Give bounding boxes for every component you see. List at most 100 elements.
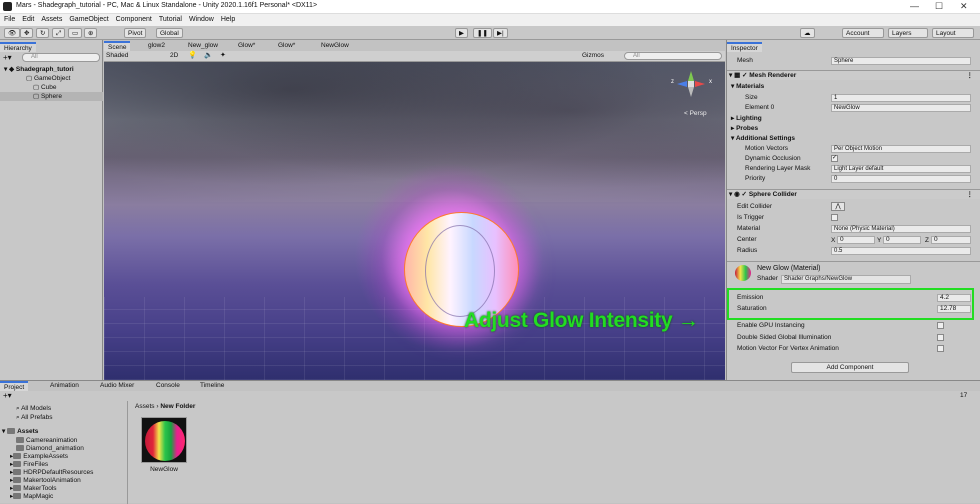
folder-item[interactable]: ▸ FireFiles xyxy=(10,461,48,469)
menu-tutorial[interactable]: Tutorial xyxy=(155,14,185,23)
saturation-field[interactable]: 12.78 xyxy=(937,305,971,313)
settings-icon[interactable]: ⋮ xyxy=(967,190,974,200)
mesh-renderer-header[interactable]: ▾ ▦ ✓ Mesh Renderer ⋮ xyxy=(727,70,980,80)
close-icon[interactable]: ✕ xyxy=(960,1,968,12)
add-icon[interactable]: +▾ xyxy=(3,53,12,62)
settings-icon[interactable]: ⋮ xyxy=(967,71,974,81)
tab-project[interactable]: Project xyxy=(0,381,29,391)
create-icon[interactable]: +▾ xyxy=(3,391,12,400)
physic-material-field[interactable]: None (Physic Material) xyxy=(831,225,971,233)
element0-field[interactable]: NewGlow xyxy=(831,104,971,112)
add-component-button[interactable]: Add Component xyxy=(791,362,909,373)
folder-item[interactable]: ▸ HDRPDefaultResources xyxy=(10,469,93,477)
sphere-collider-header[interactable]: ▾ ◉ ✓ Sphere Collider ⋮ xyxy=(727,189,980,199)
hierarchy-search-input[interactable]: All xyxy=(22,53,100,62)
light-icon[interactable]: 💡 xyxy=(188,51,197,59)
size-field[interactable]: 1 xyxy=(831,94,971,102)
shading-mode-dropdown[interactable]: Shaded xyxy=(106,52,164,60)
pivot-button[interactable]: Pivot xyxy=(124,28,147,38)
view-tool-icon[interactable]: 👁 xyxy=(4,28,21,38)
tab-new-glow[interactable]: New_glow xyxy=(184,41,222,51)
motion-vectors-dropdown[interactable]: Per Object Motion xyxy=(831,145,971,153)
rotate-tool-icon[interactable]: ↻ xyxy=(36,28,50,38)
perspective-label[interactable]: < Persp xyxy=(684,110,707,117)
motion-vertex-checkbox[interactable] xyxy=(937,345,944,352)
audio-icon[interactable]: 🔈 xyxy=(204,51,213,59)
shader-dropdown[interactable]: Shader Graphs/NewGlow xyxy=(781,275,911,284)
priority-field[interactable]: 0 xyxy=(831,175,971,183)
gizmos-dropdown[interactable]: Gizmos xyxy=(582,52,604,59)
lighting-foldout[interactable]: ▸ Lighting xyxy=(727,114,980,124)
folder-item[interactable]: Diamond_animation xyxy=(16,445,84,453)
tab-glow-1[interactable]: Glow* xyxy=(234,41,259,51)
breadcrumb-new-folder[interactable]: New Folder xyxy=(160,403,195,410)
dynamic-occlusion-checkbox[interactable]: ✓ xyxy=(831,155,838,162)
menu-assets[interactable]: Assets xyxy=(37,14,65,23)
pause-icon[interactable]: ❚❚ xyxy=(473,28,492,38)
menu-edit[interactable]: Edit xyxy=(18,14,37,23)
radius-field[interactable]: 0.5 xyxy=(831,247,971,255)
effects-icon[interactable]: ✦ xyxy=(220,51,226,59)
tab-console[interactable]: Console xyxy=(152,381,184,391)
gpu-instancing-checkbox[interactable] xyxy=(937,322,944,329)
scene-search-input[interactable]: All xyxy=(624,52,722,60)
minimize-icon[interactable]: — xyxy=(910,1,919,11)
hierarchy-item-sphere[interactable]: ▢ Sphere xyxy=(0,92,103,101)
center-y-field[interactable]: 0 xyxy=(883,236,921,244)
folder-item[interactable]: Camereanimation xyxy=(16,437,77,445)
double-sided-checkbox[interactable] xyxy=(937,334,944,341)
favorite-all-prefabs[interactable]: ⌕ All Prefabs xyxy=(16,414,53,422)
favorite-all-models[interactable]: ⌕ All Models xyxy=(16,405,51,413)
folder-item[interactable]: ▸ MakerTools xyxy=(10,485,57,493)
tab-glow-2[interactable]: Glow* xyxy=(274,41,299,51)
emission-field[interactable]: 4.2 xyxy=(937,294,971,302)
center-x-field[interactable]: 0 xyxy=(837,236,875,244)
tab-scene[interactable]: Scene xyxy=(104,41,131,51)
menu-component[interactable]: Component xyxy=(112,14,155,23)
layers-dropdown[interactable]: Layers xyxy=(888,28,928,38)
tab-timeline[interactable]: Timeline xyxy=(196,381,228,391)
is-trigger-checkbox[interactable] xyxy=(831,214,838,221)
edit-collider-button[interactable]: ⋀ xyxy=(831,202,845,211)
tab-glow2[interactable]: glow2 xyxy=(144,41,169,51)
probes-foldout[interactable]: ▸ Probes xyxy=(727,124,980,134)
menu-file[interactable]: File xyxy=(0,14,18,23)
scale-tool-icon[interactable]: ⤢ xyxy=(52,28,66,38)
layout-dropdown[interactable]: Layout xyxy=(932,28,974,38)
scene-root-item[interactable]: ▾ ◆ Shadegraph_tutori xyxy=(0,65,103,74)
transform-tool-icon[interactable]: ⊕ xyxy=(84,28,98,38)
material-header[interactable]: New Glow (Material) Shader Shader Graphs… xyxy=(727,261,980,285)
additional-foldout[interactable]: ▾ Additional Settings xyxy=(727,134,980,144)
step-icon[interactable]: ▶| xyxy=(493,28,508,38)
assets-root[interactable]: ▾ Assets xyxy=(2,428,38,436)
folder-item[interactable]: ▸ ExampleAssets xyxy=(10,453,68,461)
asset-thumbnail[interactable] xyxy=(141,417,187,463)
play-icon[interactable]: ▶ xyxy=(455,28,468,38)
move-tool-icon[interactable]: ✥ xyxy=(20,28,34,38)
scene-viewport[interactable]: z x < Persp Adjust Glow Intensity → xyxy=(104,62,725,380)
tab-inspector[interactable]: Inspector xyxy=(727,42,762,52)
account-dropdown[interactable]: Account xyxy=(842,28,884,38)
tab-hierarchy[interactable]: Hierarchy xyxy=(0,42,36,52)
rendering-layer-dropdown[interactable]: Light Layer default xyxy=(831,165,971,173)
folder-item[interactable]: ▸ MapMagic xyxy=(10,493,53,501)
folder-item[interactable]: ▸ MakertoolAnimation xyxy=(10,477,81,485)
mesh-field[interactable]: Sphere xyxy=(831,57,971,65)
menu-gameobject[interactable]: GameObject xyxy=(65,14,111,23)
hierarchy-item-gameobject[interactable]: ▢ GameObject xyxy=(0,74,103,83)
menu-help[interactable]: Help xyxy=(217,14,238,23)
center-z-field[interactable]: 0 xyxy=(931,236,971,244)
mode-2d-button[interactable]: 2D xyxy=(170,52,178,59)
menu-window[interactable]: Window xyxy=(185,14,217,23)
orientation-gizmo[interactable]: z x xyxy=(669,67,714,107)
maximize-icon[interactable]: ☐ xyxy=(935,1,943,12)
rect-tool-icon[interactable]: ▭ xyxy=(68,28,83,38)
tab-animation[interactable]: Animation xyxy=(46,381,83,391)
hierarchy-item-cube[interactable]: ▢ Cube xyxy=(0,83,103,92)
global-button[interactable]: Global xyxy=(156,28,183,38)
collab-icon[interactable]: ☁ xyxy=(800,28,815,38)
tab-audio-mixer[interactable]: Audio Mixer xyxy=(96,381,138,391)
breadcrumb-assets[interactable]: Assets xyxy=(135,403,155,410)
materials-foldout[interactable]: ▾ Materials xyxy=(727,82,980,92)
tab-newglow[interactable]: NewGlow xyxy=(317,41,353,51)
